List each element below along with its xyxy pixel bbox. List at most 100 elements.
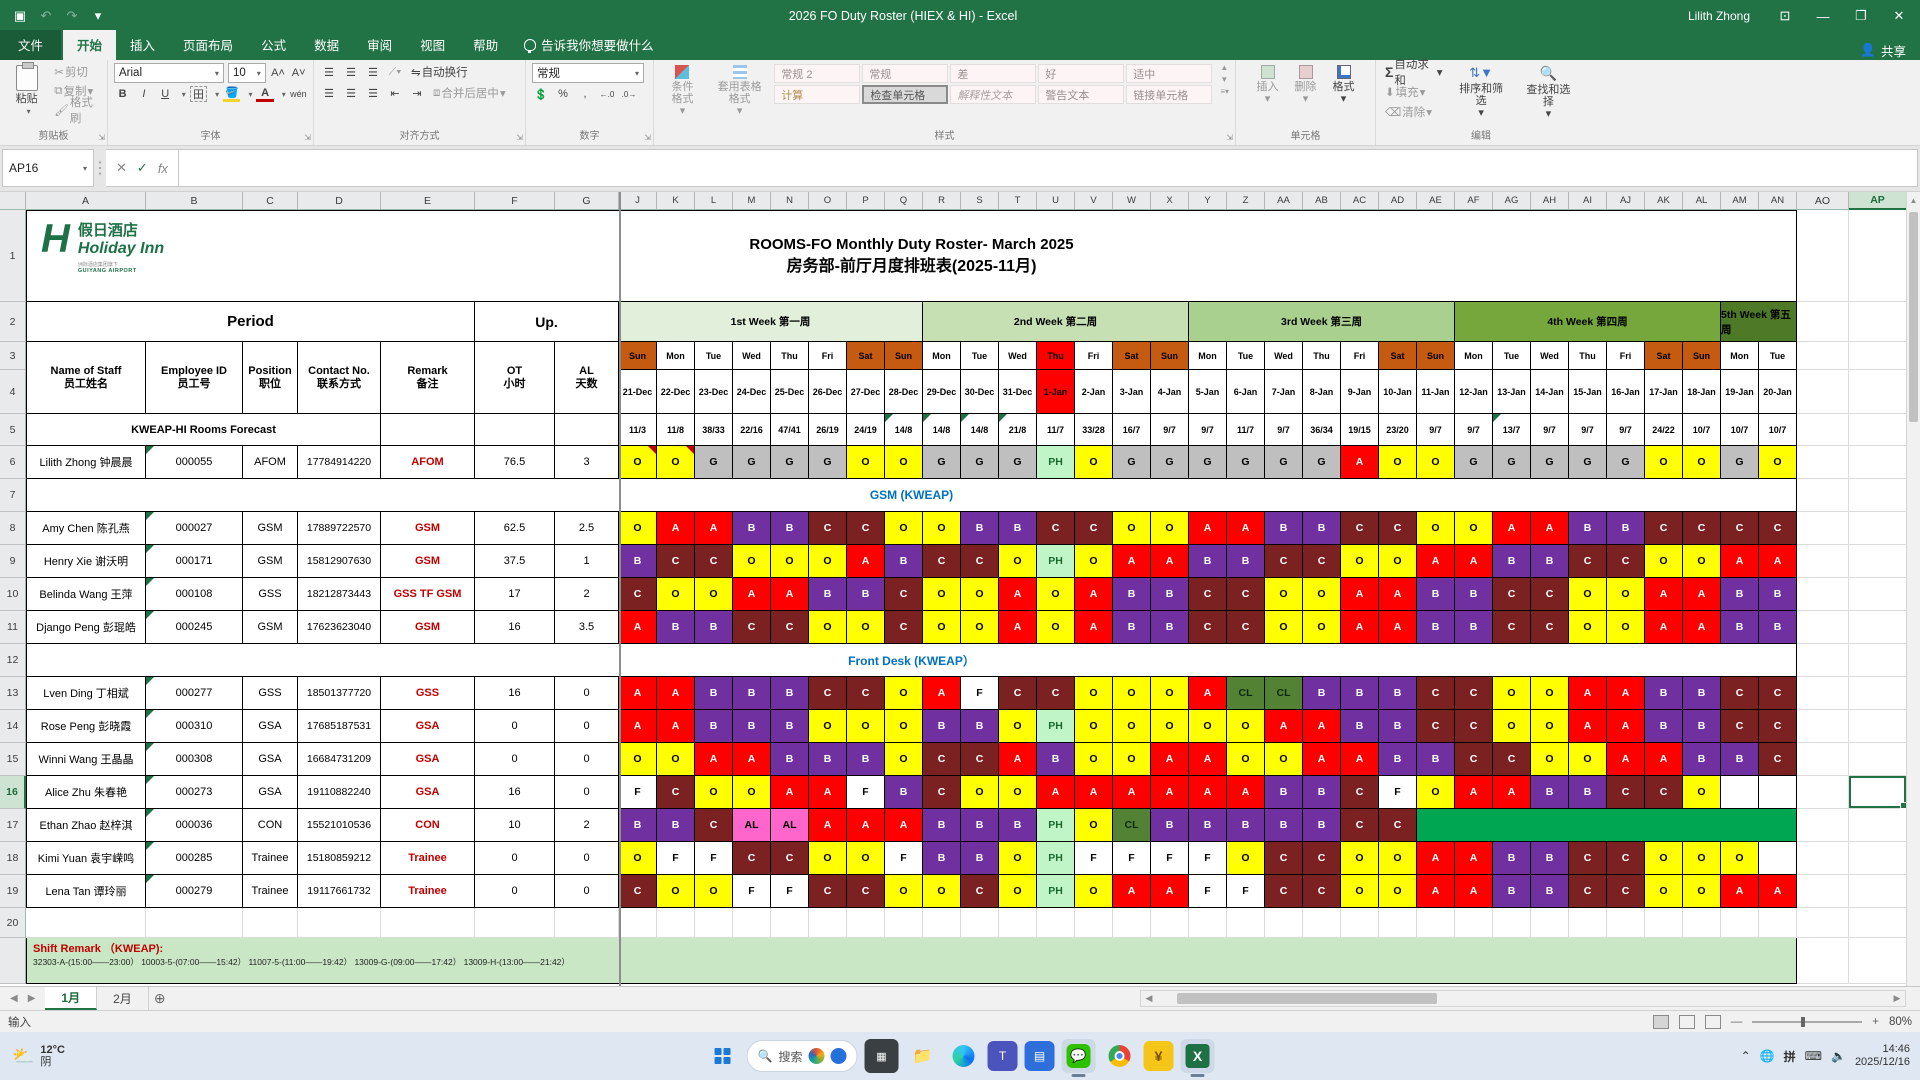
staff-ot-hours[interactable]: 16 [475,677,555,710]
cell-AO[interactable] [1797,938,1849,984]
save-icon[interactable]: ▣ [12,8,28,24]
row-header-2[interactable]: 2 [0,302,26,342]
shift-cell[interactable]: C [885,611,923,644]
col-header-AF[interactable]: AF [1455,192,1493,210]
col-header-V[interactable]: V [1075,192,1113,210]
shift-cell[interactable]: C [923,545,961,578]
shift-cell[interactable]: A [695,512,733,545]
zoom-in-icon[interactable]: + [1872,1016,1879,1028]
shift-cell[interactable]: O [1531,710,1569,743]
date-cell[interactable]: 27-Dec [847,370,885,414]
staff-remark[interactable]: GSA [381,743,475,776]
excel-icon[interactable]: X [1180,1039,1214,1073]
staff-al-days[interactable]: 2.5 [555,512,619,545]
accounting-format-icon[interactable]: 💲 [532,86,550,102]
shift-cell[interactable]: O [1341,545,1379,578]
staff-position[interactable]: AFOM [243,446,298,479]
cell-empty[interactable] [1075,908,1113,938]
shift-cell[interactable]: A [657,677,695,710]
day-name-cell[interactable]: Mon [657,342,695,370]
format-cells-button[interactable]: 格式▾ [1327,63,1361,107]
forecast-cell[interactable]: 11/8 [657,414,695,446]
date-cell[interactable]: 9-Jan [1341,370,1379,414]
forecast-cell[interactable]: 13/7 [1493,414,1531,446]
shift-cell[interactable]: B [619,809,657,842]
shift-cell[interactable]: B [1531,545,1569,578]
date-cell[interactable]: 13-Jan [1493,370,1531,414]
date-cell[interactable]: 29-Dec [923,370,961,414]
shift-cell[interactable]: C [695,809,733,842]
staff-contact[interactable]: 18212873443 [298,578,381,611]
row-header-20[interactable]: 20 [0,908,26,938]
staff-id[interactable]: 000245 [146,611,243,644]
tray-chevron-icon[interactable]: ⌃ [1741,1049,1751,1063]
shift-cell[interactable]: O [657,578,695,611]
taskbar-search-box[interactable]: 🔍 搜索 👤 [747,1040,858,1072]
shift-cell[interactable]: G [961,446,999,479]
shift-cell[interactable]: A [809,776,847,809]
staff-al-days[interactable]: 2 [555,578,619,611]
cell-empty[interactable] [1759,908,1797,938]
shift-cell[interactable]: C [1265,842,1303,875]
shift-cell[interactable]: O [847,710,885,743]
shift-cell[interactable]: C [999,677,1037,710]
cell-AP[interactable] [1849,578,1907,611]
shift-cell[interactable]: A [1037,776,1075,809]
redo-icon[interactable]: ↷ [64,8,80,24]
shift-cell[interactable]: A [1607,743,1645,776]
shift-cell[interactable]: O [1113,710,1151,743]
cell-AP[interactable] [1849,644,1907,677]
day-name-cell[interactable]: Thu [1037,342,1075,370]
shift-cell[interactable]: O [1531,743,1569,776]
table-header-al[interactable]: AL天数 [555,342,619,414]
taskbar-weather-widget[interactable]: ⛅ 12°C阴 [0,1044,77,1068]
staff-position[interactable]: CON [243,809,298,842]
ribbon-tab-文件[interactable]: 文件 [0,30,61,60]
forecast-cell[interactable]: 14/8 [923,414,961,446]
shift-cell[interactable]: O [1341,842,1379,875]
forecast-cell[interactable]: 10/7 [1759,414,1797,446]
shift-cell[interactable]: O [657,743,695,776]
staff-remark[interactable]: Trainee [381,842,475,875]
staff-contact[interactable]: 19110882240 [298,776,381,809]
hscroll-right-icon[interactable]: ▶ [1889,993,1905,1004]
shift-cell[interactable]: A [1569,710,1607,743]
staff-ot-hours[interactable]: 62.5 [475,512,555,545]
staff-ot-hours[interactable]: 0 [475,842,555,875]
shift-cell[interactable]: O [1151,710,1189,743]
col-header-J[interactable]: J [619,192,657,210]
staff-contact[interactable]: 15812907630 [298,545,381,578]
shift-cell[interactable]: B [1341,677,1379,710]
decrease-decimal-icon[interactable]: .0→ [620,86,638,102]
shift-cell[interactable]: C [1303,545,1341,578]
shift-cell[interactable]: B [771,743,809,776]
shift-cell[interactable]: C [1607,545,1645,578]
shift-cell[interactable]: PH [1037,875,1075,908]
cell-empty[interactable] [1645,908,1683,938]
forecast-cell[interactable]: 24/19 [847,414,885,446]
shift-cell[interactable]: B [923,809,961,842]
calculator-app-icon[interactable]: ▤ [1024,1041,1054,1071]
forecast-cell[interactable]: 9/7 [1455,414,1493,446]
staff-remark[interactable]: GSM [381,611,475,644]
date-cell[interactable]: 11-Jan [1417,370,1455,414]
week-header-4[interactable]: 4th Week 第四周 [1455,302,1721,342]
shift-cell[interactable]: C [809,512,847,545]
date-cell[interactable]: 19-Jan [1721,370,1759,414]
shift-cell[interactable]: O [1075,743,1113,776]
forecast-cell[interactable]: 11/7 [1227,414,1265,446]
shift-cell[interactable]: C [1721,512,1759,545]
col-header-S[interactable]: S [961,192,999,210]
shift-cell[interactable]: O [961,776,999,809]
cell-style-好[interactable]: 好 [1038,64,1124,83]
shift-cell[interactable]: A [1759,545,1797,578]
cell-empty[interactable] [1531,908,1569,938]
shift-cell[interactable]: O [923,611,961,644]
col-header-AJ[interactable]: AJ [1607,192,1645,210]
day-name-cell[interactable]: Wed [1265,342,1303,370]
shift-cell[interactable]: A [1455,776,1493,809]
shift-cell[interactable]: B [1303,512,1341,545]
shift-cell[interactable]: C [1569,545,1607,578]
shift-cell[interactable]: C [657,776,695,809]
date-cell[interactable]: 7-Jan [1265,370,1303,414]
